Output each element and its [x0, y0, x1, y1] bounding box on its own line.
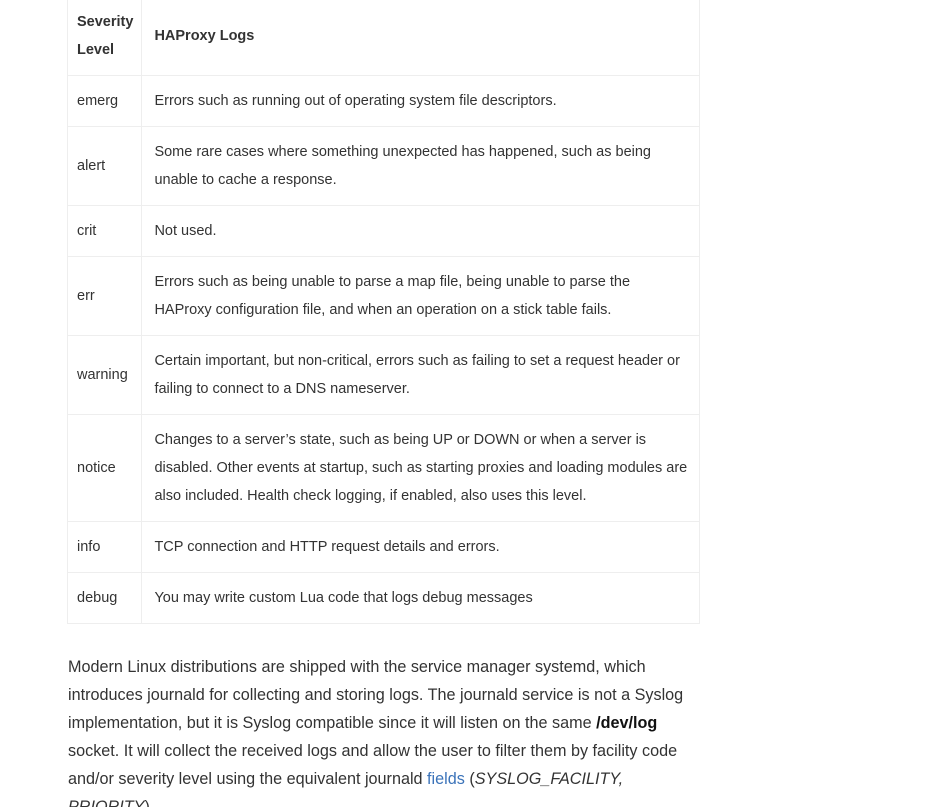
- severity-level-cell: emerg: [66, 75, 143, 127]
- header-haproxy-logs: HAProxy Logs: [141, 0, 700, 76]
- log-description-cell: You may write custom Lua code that logs …: [141, 572, 700, 624]
- paragraph-text: Modern Linux distributions are shipped w…: [68, 658, 684, 733]
- log-description-cell: Errors such as being unable to parse a m…: [141, 256, 700, 336]
- severity-level-cell: info: [66, 521, 143, 573]
- table-row: alert Some rare cases where something un…: [66, 126, 700, 206]
- table-row: notice Changes to a server’s state, such…: [66, 414, 700, 522]
- dev-log-code: /dev/log: [596, 714, 658, 733]
- log-description-cell: Not used.: [141, 205, 700, 257]
- log-description-cell: Changes to a server’s state, such as bei…: [141, 414, 700, 522]
- page: Severity Level HAProxy Logs emerg Errors…: [0, 0, 944, 807]
- table-header-row: Severity Level HAProxy Logs: [66, 0, 700, 76]
- table-row: emerg Errors such as running out of oper…: [66, 75, 700, 127]
- table-row: crit Not used.: [66, 205, 700, 257]
- log-description-cell: Certain important, but non-critical, err…: [141, 335, 700, 415]
- log-description-cell: TCP connection and HTTP request details …: [141, 521, 700, 573]
- table-row: debug You may write custom Lua code that…: [66, 572, 700, 624]
- severity-table: Severity Level HAProxy Logs emerg Errors…: [66, 0, 700, 624]
- severity-level-cell: notice: [66, 414, 143, 522]
- paragraph-text: (: [464, 770, 475, 789]
- severity-level-cell: debug: [66, 572, 143, 624]
- severity-level-cell: err: [66, 256, 143, 336]
- log-description-cell: Errors such as running out of operating …: [141, 75, 700, 127]
- journald-paragraph: Modern Linux distributions are shipped w…: [68, 653, 708, 807]
- severity-level-cell: warning: [66, 335, 143, 415]
- severity-level-cell: crit: [66, 205, 143, 257]
- table-row: err Errors such as being unable to parse…: [66, 256, 700, 336]
- header-severity-level: Severity Level: [66, 0, 143, 76]
- fields-link[interactable]: fields: [427, 770, 465, 788]
- paragraph-text: ).: [144, 798, 154, 807]
- severity-level-cell: alert: [66, 126, 143, 206]
- log-description-cell: Some rare cases where something unexpect…: [141, 126, 700, 206]
- table-row: warning Certain important, but non-criti…: [66, 335, 700, 415]
- table-row: info TCP connection and HTTP request det…: [66, 521, 700, 573]
